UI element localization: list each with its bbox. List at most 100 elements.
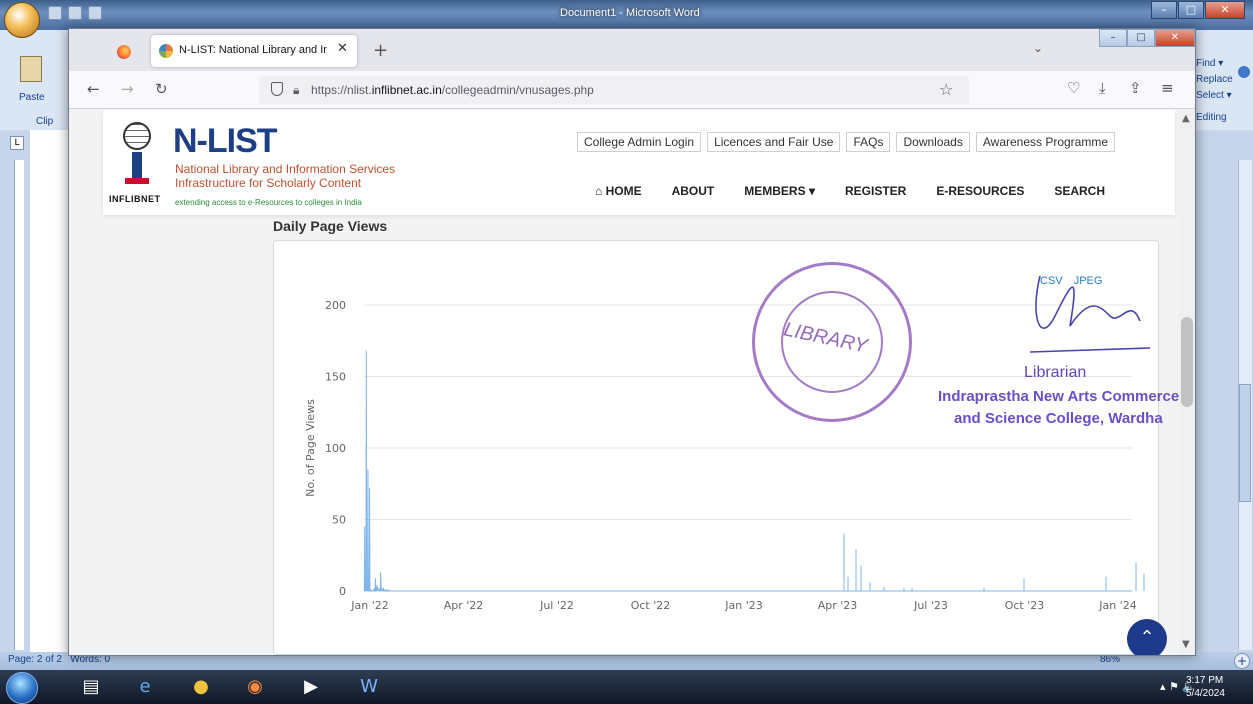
close-button[interactable]: ✕ bbox=[1205, 1, 1245, 19]
inflibnet-label: INFLIBNET bbox=[109, 194, 161, 204]
back-icon[interactable]: ← bbox=[87, 80, 100, 98]
pocket-icon[interactable]: ♡ bbox=[1067, 79, 1080, 97]
system-clock[interactable]: 3:17 PM 5/4/2024 bbox=[1186, 674, 1225, 700]
logo-base bbox=[125, 178, 149, 184]
url-text[interactable]: https://nlist.inflibnet.ac.in/collegeadm… bbox=[311, 83, 594, 97]
signatory-org-line2: and Science College, Wardha bbox=[954, 410, 1163, 427]
minimize-button[interactable]: – bbox=[1151, 1, 1177, 19]
url-bar[interactable]: 🔒︎ https://nlist.inflibnet.ac.in/college… bbox=[259, 76, 969, 104]
home-icon: ⌂ bbox=[595, 184, 606, 198]
menu-icon[interactable]: ≡ bbox=[1161, 79, 1174, 97]
ff-close-button[interactable]: ✕ bbox=[1155, 29, 1195, 47]
tab-close-icon[interactable]: ✕ bbox=[337, 41, 348, 56]
find-button[interactable]: Find ▾ bbox=[1196, 56, 1233, 72]
x-tick-label: Jan '24 bbox=[1098, 599, 1136, 612]
reload-icon[interactable]: ↻ bbox=[155, 80, 168, 98]
bookmark-star-icon[interactable]: ☆ bbox=[939, 80, 953, 99]
nav-members[interactable]: MEMBERS ▾ bbox=[744, 184, 815, 198]
new-tab-icon[interactable]: + bbox=[373, 40, 388, 61]
windows-taskbar: ▤ e ● ◉ ▶ W ▴ ⚑ 🔈 3:17 PM 5/4/2024 bbox=[0, 670, 1253, 704]
licences-link[interactable]: Licences and Fair Use bbox=[707, 132, 841, 152]
handwritten-signature bbox=[1029, 275, 1151, 353]
word-titlebar: Document1 - Microsoft Word – □ ✕ bbox=[0, 0, 1253, 30]
help-icon[interactable] bbox=[1238, 66, 1250, 78]
redo-icon[interactable] bbox=[88, 6, 102, 20]
section-title: Daily Page Views bbox=[273, 218, 388, 234]
office-button[interactable] bbox=[4, 2, 40, 38]
word-icon[interactable]: W bbox=[354, 673, 384, 701]
signatory-org-line1: Indraprastha New Arts Commerce bbox=[938, 388, 1180, 405]
site-logo-title[interactable]: N-LIST bbox=[173, 122, 278, 161]
media-player-icon[interactable]: ▶ bbox=[296, 673, 326, 701]
clock-time: 3:17 PM bbox=[1186, 675, 1224, 686]
downloads-link[interactable]: Downloads bbox=[896, 132, 970, 152]
quick-access-toolbar[interactable] bbox=[48, 6, 102, 20]
clock-date: 5/4/2024 bbox=[1186, 688, 1225, 699]
nav-e-resources[interactable]: E-RESOURCES bbox=[936, 184, 1024, 198]
save-icon[interactable] bbox=[48, 6, 62, 20]
signatory-title: Librarian bbox=[1024, 364, 1087, 381]
zoom-in-icon[interactable]: + bbox=[1234, 653, 1250, 669]
internet-explorer-icon[interactable]: e bbox=[130, 673, 160, 701]
firefox-icon[interactable]: ◉ bbox=[240, 673, 270, 701]
share-icon[interactable]: ⇪ bbox=[1129, 79, 1142, 97]
replace-button[interactable]: Replace bbox=[1196, 72, 1233, 88]
lock-icon[interactable]: 🔒︎ bbox=[293, 83, 299, 98]
series-line bbox=[363, 350, 1132, 592]
firefox-logo-icon bbox=[117, 45, 131, 59]
file-explorer-icon[interactable]: ▤ bbox=[76, 673, 106, 701]
downloads-icon[interactable]: ⤓ bbox=[1099, 79, 1106, 97]
nav-about[interactable]: ABOUT bbox=[672, 184, 715, 198]
library-stamp: LIBRARY bbox=[752, 262, 912, 422]
ff-minimize-button[interactable]: – bbox=[1099, 29, 1127, 47]
awareness-programme-link[interactable]: Awareness Programme bbox=[975, 132, 1116, 152]
list-all-tabs-icon[interactable]: ⌄ bbox=[1033, 41, 1043, 55]
tab-bar: N-LIST: National Library and Inf ✕ + ⌄ –… bbox=[69, 29, 1195, 71]
paste-button-label[interactable]: Paste bbox=[19, 92, 45, 103]
ff-maximize-button[interactable]: □ bbox=[1127, 29, 1155, 47]
tab-title: N-LIST: National Library and Inf bbox=[179, 44, 327, 56]
start-button[interactable] bbox=[6, 672, 38, 704]
browser-tab[interactable]: N-LIST: National Library and Inf ✕ bbox=[151, 35, 357, 67]
faqs-link[interactable]: FAQs bbox=[846, 132, 891, 152]
undo-icon[interactable] bbox=[68, 6, 82, 20]
nav-register[interactable]: REGISTER bbox=[845, 184, 906, 198]
y-axis-label: No. of Page Views bbox=[304, 399, 317, 497]
top-links: College Admin Login Licences and Fair Us… bbox=[577, 132, 1116, 152]
scroll-down-arrow-icon[interactable]: ▼ bbox=[1182, 639, 1190, 650]
word-window-controls: – □ ✕ bbox=[1151, 1, 1245, 19]
globe-icon bbox=[123, 122, 151, 150]
tracking-shield-icon[interactable] bbox=[271, 82, 283, 96]
chrome-icon[interactable]: ● bbox=[186, 673, 216, 701]
inflibnet-logo[interactable] bbox=[117, 120, 157, 192]
site-logo-subtitle: National Library and Information Service… bbox=[175, 162, 396, 190]
maximize-button[interactable]: □ bbox=[1178, 1, 1204, 19]
page-scroll-thumb[interactable] bbox=[1181, 317, 1193, 407]
x-tick-label: Jul '22 bbox=[539, 599, 574, 612]
college-admin-login-link[interactable]: College Admin Login bbox=[577, 132, 702, 152]
y-tick-label: 100 bbox=[325, 442, 346, 455]
scroll-up-arrow-icon[interactable]: ▲ bbox=[1182, 113, 1190, 124]
word-scroll-thumb[interactable] bbox=[1239, 384, 1251, 502]
y-tick-label: 50 bbox=[332, 514, 346, 527]
firefox-window-controls: – □ ✕ bbox=[1099, 29, 1195, 47]
main-navigation: ⌂ HOME ABOUT MEMBERS ▾ REGISTER E-RESOUR… bbox=[595, 184, 1105, 198]
nav-search[interactable]: SEARCH bbox=[1054, 184, 1105, 198]
caret-down-icon: ▾ bbox=[808, 184, 815, 198]
editing-group: Find ▾ Replace Select ▾ Editing bbox=[1196, 56, 1233, 126]
x-tick-label: Oct '22 bbox=[631, 599, 671, 612]
site-tagline: extending access to e-Resources to colle… bbox=[175, 198, 362, 207]
x-tick-label: Jul '23 bbox=[913, 599, 948, 612]
nav-home[interactable]: ⌂ HOME bbox=[595, 184, 642, 198]
scroll-to-top-button[interactable]: ⌃ bbox=[1127, 619, 1167, 655]
navigation-toolbar: ← → ↻ 🔒︎ https://nlist.inflibnet.ac.in/c… bbox=[69, 71, 1195, 109]
x-tick-label: Apr '23 bbox=[818, 599, 858, 612]
double-chevron-up-icon: ⌃ bbox=[1139, 627, 1155, 648]
paste-icon[interactable] bbox=[20, 56, 42, 82]
select-button[interactable]: Select ▾ bbox=[1196, 88, 1233, 104]
y-tick-label: 200 bbox=[325, 299, 346, 312]
web-page: INFLIBNET N-LIST National Library and In… bbox=[69, 110, 1179, 655]
forward-icon[interactable]: → bbox=[121, 80, 134, 98]
tab-favicon-icon bbox=[159, 44, 173, 58]
tab-selector-icon[interactable]: L bbox=[10, 136, 24, 150]
